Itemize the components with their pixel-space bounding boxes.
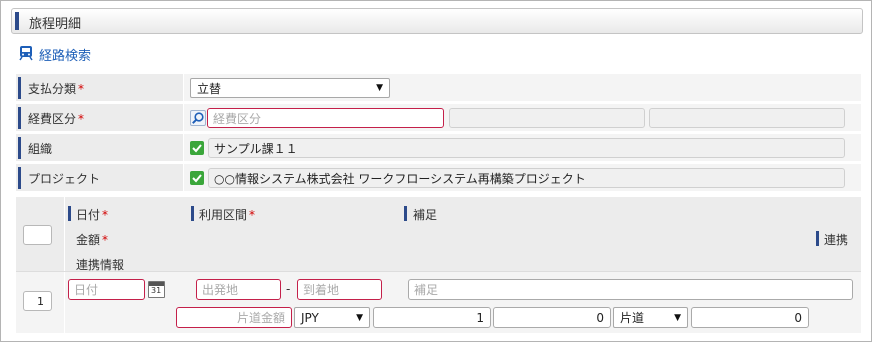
column-accent-bar xyxy=(68,206,71,221)
required-mark: * xyxy=(102,233,109,247)
date-placeholder: 日付 xyxy=(74,283,99,297)
project-checkbox[interactable] xyxy=(190,171,204,185)
payment-type-value-cell: 立替 ▼ xyxy=(184,74,861,102)
label-accent-bar xyxy=(18,167,21,189)
travel-details-panel: 旅程明細 経路検索 支払分類 * 立替 ▼ 経費区分 * 経費区分 組織 サンプ… xyxy=(0,0,872,342)
payment-type-select[interactable]: 立替 ▼ xyxy=(190,78,390,98)
payment-type-row: 支払分類 * 立替 ▼ xyxy=(16,74,861,102)
column-accent-bar xyxy=(404,206,407,221)
dropdown-arrow-icon: ▼ xyxy=(674,312,681,323)
organization-value-cell: サンプル課１１ xyxy=(184,134,861,162)
arrival-placeholder: 到着地 xyxy=(303,283,340,297)
arrival-input[interactable]: 到着地 xyxy=(297,279,382,300)
required-mark: * xyxy=(78,82,85,96)
row-index: 1 xyxy=(37,294,44,308)
organization-field: サンプル課１１ xyxy=(208,138,845,158)
organization-value: サンプル課１１ xyxy=(214,141,298,156)
note-placeholder: 補足 xyxy=(414,283,439,297)
organization-label-cell: 組織 xyxy=(16,134,183,162)
date-input[interactable]: 日付 xyxy=(68,279,145,300)
column-accent-bar xyxy=(816,231,819,246)
section-title: 旅程明細 xyxy=(29,17,82,32)
oneway-amount-input[interactable]: 片道金額 xyxy=(176,307,292,328)
label-accent-bar xyxy=(18,107,21,129)
dropdown-arrow-icon: ▼ xyxy=(376,83,383,93)
route-search-label: 経路検索 xyxy=(39,48,92,64)
total-amount-input[interactable]: 0 xyxy=(691,307,809,328)
expense-category-row: 経費区分 * 経費区分 xyxy=(16,104,861,132)
table-row: 1 日付 31 出発地 - 到着地 補足 片道金額 JPY ▼ 1 0 片道 ▼… xyxy=(16,271,861,334)
payment-type-value: 立替 xyxy=(197,81,222,96)
column-date: 日付 xyxy=(76,208,101,222)
payment-type-label-cell: 支払分類 * xyxy=(16,74,183,102)
amount-input[interactable]: 0 xyxy=(493,307,611,328)
payment-type-label: 支払分類 xyxy=(28,82,77,96)
project-value-cell: ○○情報システム株式会社 ワークフローシステム再構築プロジェクト xyxy=(184,164,861,192)
exchange-rate-value: 1 xyxy=(476,310,484,325)
organization-row: 組織 サンプル課１１ xyxy=(16,134,861,162)
column-link: 連携 xyxy=(824,233,849,247)
currency-select[interactable]: JPY ▼ xyxy=(294,307,370,328)
table-header xyxy=(16,197,861,271)
expense-category-placeholder: 経費区分 xyxy=(213,111,262,126)
project-row: プロジェクト ○○情報システム株式会社 ワークフローシステム再構築プロジェクト xyxy=(16,164,861,192)
trip-type-select[interactable]: 片道 ▼ xyxy=(613,307,688,328)
project-value: ○○情報システム株式会社 ワークフローシステム再構築プロジェクト xyxy=(214,171,586,186)
currency-value: JPY xyxy=(301,310,319,325)
select-all-button[interactable] xyxy=(23,225,52,245)
trip-type-value: 片道 xyxy=(620,311,645,325)
column-section: 利用区間 xyxy=(199,208,248,222)
required-mark: * xyxy=(78,112,85,126)
calendar-day: 31 xyxy=(151,286,162,295)
section-header: 旅程明細 xyxy=(11,8,863,34)
total-amount-value: 0 xyxy=(794,310,802,325)
departure-input[interactable]: 出発地 xyxy=(196,279,281,300)
train-icon xyxy=(19,45,33,64)
departure-placeholder: 出発地 xyxy=(202,283,239,297)
column-accent-bar xyxy=(191,206,194,221)
organization-label: 組織 xyxy=(28,142,53,156)
checkmark-icon xyxy=(192,144,202,153)
organization-checkbox[interactable] xyxy=(190,141,204,155)
expense-category-label: 経費区分 xyxy=(28,112,77,126)
amount-value: 0 xyxy=(596,310,604,325)
range-separator: - xyxy=(286,282,291,296)
expense-category-input[interactable]: 経費区分 xyxy=(207,108,444,128)
note-input[interactable]: 補足 xyxy=(408,279,853,300)
header-accent-bar xyxy=(15,12,19,30)
required-mark: * xyxy=(102,208,109,222)
project-label: プロジェクト xyxy=(28,172,101,186)
dropdown-arrow-icon: ▼ xyxy=(356,312,363,323)
expense-category-value-cell: 経費区分 xyxy=(184,104,861,132)
label-accent-bar xyxy=(18,137,21,159)
search-icon[interactable] xyxy=(190,110,206,126)
checkmark-icon xyxy=(192,174,202,183)
column-note: 補足 xyxy=(413,208,438,222)
required-mark: * xyxy=(249,208,256,222)
column-amount: 金額 xyxy=(76,233,101,247)
project-field: ○○情報システム株式会社 ワークフローシステム再構築プロジェクト xyxy=(208,168,845,188)
itinerary-table: 日付 * 利用区間 * 補足 金額 * 連携 連携情報 1 日付 31 出発地 - xyxy=(16,197,861,334)
calendar-icon[interactable]: 31 xyxy=(148,281,165,298)
row-select-button[interactable]: 1 xyxy=(23,291,52,311)
route-search-link[interactable]: 経路検索 xyxy=(19,45,92,64)
label-accent-bar xyxy=(18,77,21,99)
expense-category-name-field xyxy=(649,108,845,128)
oneway-amount-placeholder: 片道金額 xyxy=(236,311,285,325)
exchange-rate-input[interactable]: 1 xyxy=(373,307,491,328)
expense-category-label-cell: 経費区分 * xyxy=(16,104,183,132)
project-label-cell: プロジェクト xyxy=(16,164,183,192)
expense-category-code-field xyxy=(449,108,645,128)
